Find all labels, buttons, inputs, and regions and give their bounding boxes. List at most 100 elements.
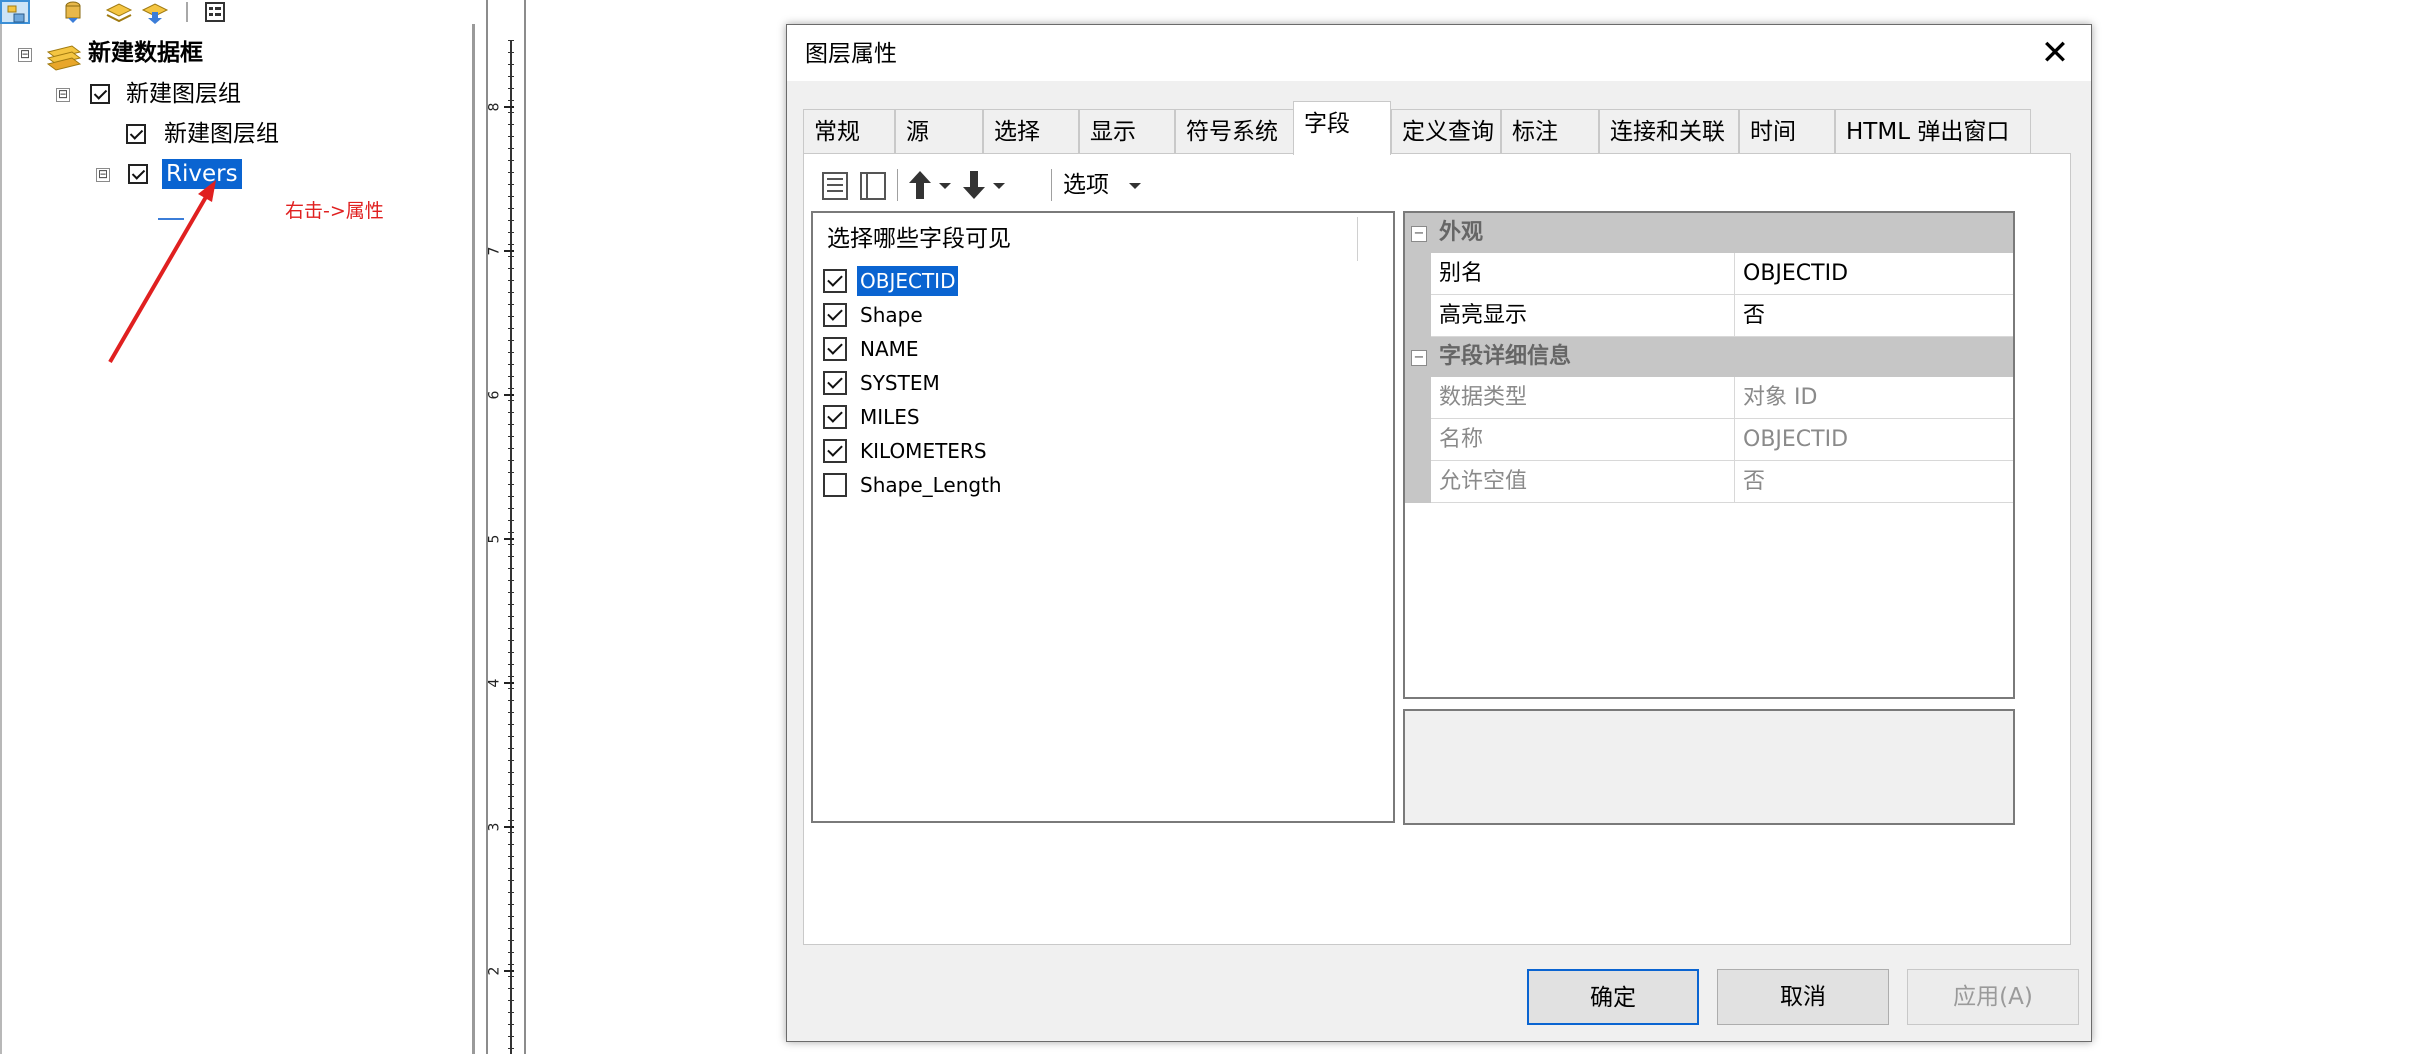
ruler-minor-tick xyxy=(508,784,514,785)
field-checkbox-system[interactable] xyxy=(823,371,847,395)
header-separator xyxy=(1357,217,1358,261)
ruler-minor-tick xyxy=(508,628,514,629)
ok-button[interactable]: 确定 xyxy=(1527,969,1699,1025)
property-row-highlight[interactable]: 高亮显示 否 xyxy=(1405,295,2013,337)
tab-time[interactable]: 时间 xyxy=(1739,109,1835,153)
ruler-minor-tick xyxy=(508,904,514,905)
tab-general[interactable]: 常规 xyxy=(803,109,895,153)
tab-joins-relates[interactable]: 连接和关联 xyxy=(1599,109,1739,153)
tab-fields[interactable]: 字段 xyxy=(1293,101,1391,155)
list-view-icon[interactable] xyxy=(819,165,851,205)
ruler-minor-tick xyxy=(508,220,514,221)
group-layer-checkbox[interactable] xyxy=(90,84,110,104)
ruler-minor-tick xyxy=(508,832,514,833)
arrow-up-icon[interactable] xyxy=(905,165,935,205)
field-label-objectid[interactable]: OBJECTID xyxy=(857,266,959,296)
field-checkbox-name[interactable] xyxy=(823,337,847,361)
field-label-shape-length[interactable]: Shape_Length xyxy=(857,470,1005,500)
ruler-minor-tick xyxy=(508,916,514,917)
ruler-minor-tick xyxy=(508,1012,514,1013)
ruler-major-tick xyxy=(504,826,514,828)
ruler-minor-tick xyxy=(508,268,514,269)
data-frame-expander[interactable]: ⊟ xyxy=(18,48,32,62)
cancel-button[interactable]: 取消 xyxy=(1717,969,1889,1025)
field-checkbox-shape[interactable] xyxy=(823,303,847,327)
field-label-kilometers[interactable]: KILOMETERS xyxy=(857,436,990,466)
ruler-minor-tick xyxy=(508,424,514,425)
tab-html-popup[interactable]: HTML 弹出窗口 xyxy=(1835,109,2031,153)
sub-group-layer-checkbox[interactable] xyxy=(126,124,146,144)
property-name: 名称 xyxy=(1431,419,1735,461)
tab-source[interactable]: 源 xyxy=(895,109,983,153)
field-checkbox-kilometers[interactable] xyxy=(823,439,847,463)
field-checkbox-shape-length[interactable] xyxy=(823,473,847,497)
ruler-minor-tick xyxy=(508,484,514,485)
dropdown-icon[interactable] xyxy=(935,165,955,205)
options-menu-button[interactable]: 选项 xyxy=(1063,165,1109,205)
ruler-minor-tick xyxy=(508,136,514,137)
arrow-down-icon[interactable] xyxy=(959,165,989,205)
tab-labels[interactable]: 标注 xyxy=(1501,109,1599,153)
ruler-minor-tick xyxy=(508,940,514,941)
property-row-alias[interactable]: 别名 OBJECTID xyxy=(1405,253,2013,295)
ruler-major-tick xyxy=(504,394,514,396)
ruler-minor-tick xyxy=(508,412,514,413)
ruler-major-tick xyxy=(504,682,514,684)
sub-group-layer-label[interactable]: 新建图层组 xyxy=(164,119,279,149)
property-gutter xyxy=(1405,377,1431,419)
ruler-minor-tick xyxy=(508,88,514,89)
ruler-minor-tick xyxy=(508,640,514,641)
ruler-tick-label: 4 xyxy=(486,678,503,688)
tab-selection[interactable]: 选择 xyxy=(983,109,1079,153)
field-property-grid: − 外观 别名 OBJECTID 高亮显示 否 − 字段详细信息 数据类型 对象… xyxy=(1403,211,2015,699)
field-checkbox-objectid[interactable] xyxy=(823,269,847,293)
ruler-minor-tick xyxy=(508,712,514,713)
ruler-minor-tick xyxy=(508,244,514,245)
dialog-title-bar[interactable]: 图层属性 ✕ xyxy=(787,25,2091,81)
ruler-minor-tick xyxy=(508,100,514,101)
property-row-data-type: 数据类型 对象 ID xyxy=(1405,377,2013,419)
field-checkbox-miles[interactable] xyxy=(823,405,847,429)
ruler-minor-tick xyxy=(508,1000,514,1001)
field-label-name[interactable]: NAME xyxy=(857,334,922,364)
category-field-details[interactable]: − 字段详细信息 xyxy=(1405,337,2013,377)
list-by-drawing-order-icon[interactable] xyxy=(0,0,30,24)
blank-list-icon[interactable] xyxy=(857,165,889,205)
field-label-system[interactable]: SYSTEM xyxy=(857,368,943,398)
group-layer-label[interactable]: 新建图层组 xyxy=(126,79,241,109)
ruler-minor-tick xyxy=(508,328,514,329)
property-name: 数据类型 xyxy=(1431,377,1735,419)
ruler-minor-tick xyxy=(508,760,514,761)
ruler-tick-label: 8 xyxy=(486,102,503,112)
apply-button[interactable]: 应用(A) xyxy=(1907,969,2079,1025)
category-collapse-icon[interactable]: − xyxy=(1411,350,1427,366)
field-label-shape[interactable]: Shape xyxy=(857,300,926,330)
toolbar-separator xyxy=(897,169,898,201)
property-value[interactable]: 否 xyxy=(1735,295,2013,337)
property-value[interactable]: OBJECTID xyxy=(1735,253,2013,295)
ruler-minor-tick xyxy=(508,1048,514,1049)
tab-definition-query[interactable]: 定义查询 xyxy=(1391,109,1501,153)
list-by-visibility-icon[interactable] xyxy=(104,0,134,24)
options-dropdown-icon[interactable] xyxy=(1125,165,1145,205)
category-collapse-icon[interactable]: − xyxy=(1411,226,1427,242)
options-icon[interactable] xyxy=(200,0,230,24)
tab-symbology[interactable]: 符号系统 xyxy=(1175,109,1295,153)
dialog-title: 图层属性 xyxy=(805,41,897,67)
ruler-tick-label: 5 xyxy=(486,534,503,544)
category-label: 外观 xyxy=(1439,220,1484,245)
ruler-minor-tick xyxy=(508,556,514,557)
ruler-minor-tick xyxy=(508,676,514,677)
group-layer-expander[interactable]: ⊟ xyxy=(56,88,70,102)
field-label-miles[interactable]: MILES xyxy=(857,402,923,432)
list-by-source-icon[interactable] xyxy=(58,0,88,24)
close-button[interactable]: ✕ xyxy=(2031,31,2079,75)
ruler-minor-tick xyxy=(508,364,514,365)
ruler-minor-tick xyxy=(508,508,514,509)
tab-display[interactable]: 显示 xyxy=(1079,109,1175,153)
dropdown-icon[interactable] xyxy=(989,165,1009,205)
category-appearance[interactable]: − 外观 xyxy=(1405,213,2013,253)
list-by-selection-icon[interactable] xyxy=(140,0,170,24)
data-frame-label[interactable]: 新建数据框 xyxy=(88,38,203,68)
ruler-minor-tick xyxy=(508,616,514,617)
